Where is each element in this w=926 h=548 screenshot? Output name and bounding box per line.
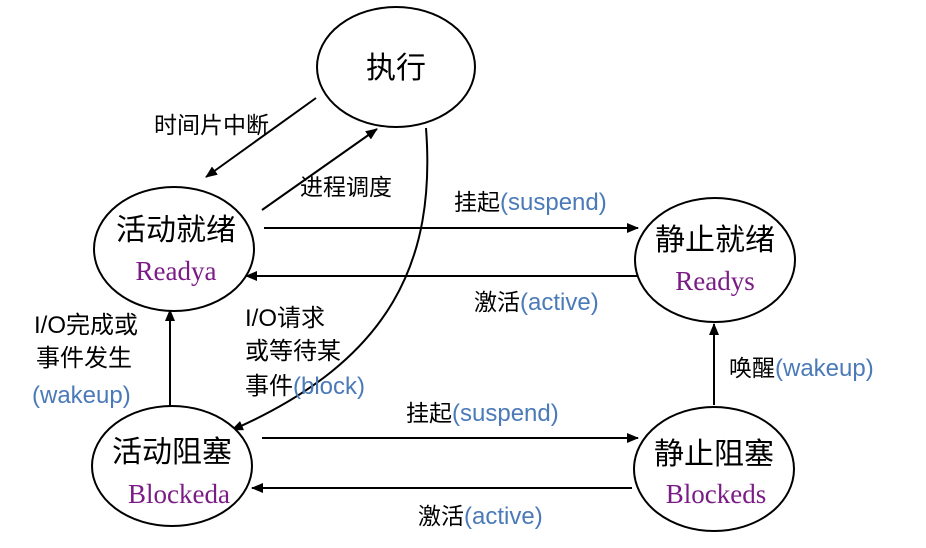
label-io-request-line3-en: (block) — [293, 373, 365, 400]
label-io-complete: I/O完成或 事件发生 (wakeup) — [32, 312, 138, 409]
label-io-complete-line1: I/O完成或 — [34, 312, 138, 339]
label-io-request-line1: I/O请求 — [245, 305, 325, 332]
label-suspend-blocked: 挂起(suspend) — [406, 400, 559, 427]
label-activate-ready-cn: 激活 — [474, 290, 520, 316]
node-ready-static-sub: Readys — [675, 266, 754, 296]
node-blocked-static-sub: Blockeds — [666, 479, 767, 509]
label-suspend-ready-en: (suspend) — [500, 189, 607, 216]
label-io-request-line3: 事件(block) — [245, 373, 365, 400]
node-blocked-static: 静止阻塞 Blockeds — [633, 406, 795, 532]
node-ready-active-sub: Readya — [136, 256, 217, 286]
label-suspend-blocked-en: (suspend) — [452, 400, 559, 427]
label-wakeup: 唤醒(wakeup) — [729, 355, 874, 382]
node-ready-static-ellipse — [634, 197, 796, 323]
label-suspend-ready: 挂起(suspend) — [454, 189, 607, 216]
node-ready-active-ellipse — [93, 186, 255, 312]
label-io-complete-line3: (wakeup) — [32, 382, 131, 409]
label-io-request-line3-cn: 事件 — [245, 373, 293, 400]
node-blocked-active: 活动阻塞 Blockeda — [91, 405, 253, 527]
node-exec-title: 执行 — [366, 51, 426, 86]
label-activate-blocked-en: (active) — [464, 503, 543, 530]
label-schedule: 进程调度 — [300, 175, 392, 201]
label-suspend-blocked-cn: 挂起 — [406, 401, 452, 427]
label-suspend-ready-cn: 挂起 — [454, 190, 500, 216]
label-io-complete-line2: 事件发生 — [36, 345, 132, 372]
label-activate-ready: 激活(active) — [474, 289, 599, 316]
node-ready-static: 静止就绪 Readys — [634, 197, 796, 323]
label-io-request-line2: 或等待某 — [245, 338, 341, 365]
node-ready-static-title: 静止就绪 — [655, 223, 775, 258]
node-ready-active-title: 活动就绪 — [116, 213, 236, 248]
node-exec: 执行 — [316, 6, 476, 128]
node-blocked-active-sub: Blockeda — [128, 479, 230, 509]
node-blocked-static-title: 静止阻塞 — [654, 437, 774, 472]
label-activate-blocked: 激活(active) — [418, 503, 543, 530]
arrows — [165, 97, 719, 493]
label-io-request: I/O请求 或等待某 事件(block) — [245, 305, 365, 400]
process-state-diagram: 执行 活动就绪 Readya 静止就绪 Readys 活动阻塞 Blockeda… — [32, 6, 874, 532]
node-ready-active: 活动就绪 Readya — [93, 186, 255, 312]
label-timeslice: 时间片中断 — [154, 113, 269, 139]
label-wakeup-en: (wakeup) — [775, 355, 874, 382]
node-blocked-active-title: 活动阻塞 — [112, 435, 232, 470]
label-activate-blocked-cn: 激活 — [418, 504, 464, 530]
label-wakeup-cn: 唤醒 — [729, 356, 775, 382]
label-activate-ready-en: (active) — [520, 289, 599, 316]
